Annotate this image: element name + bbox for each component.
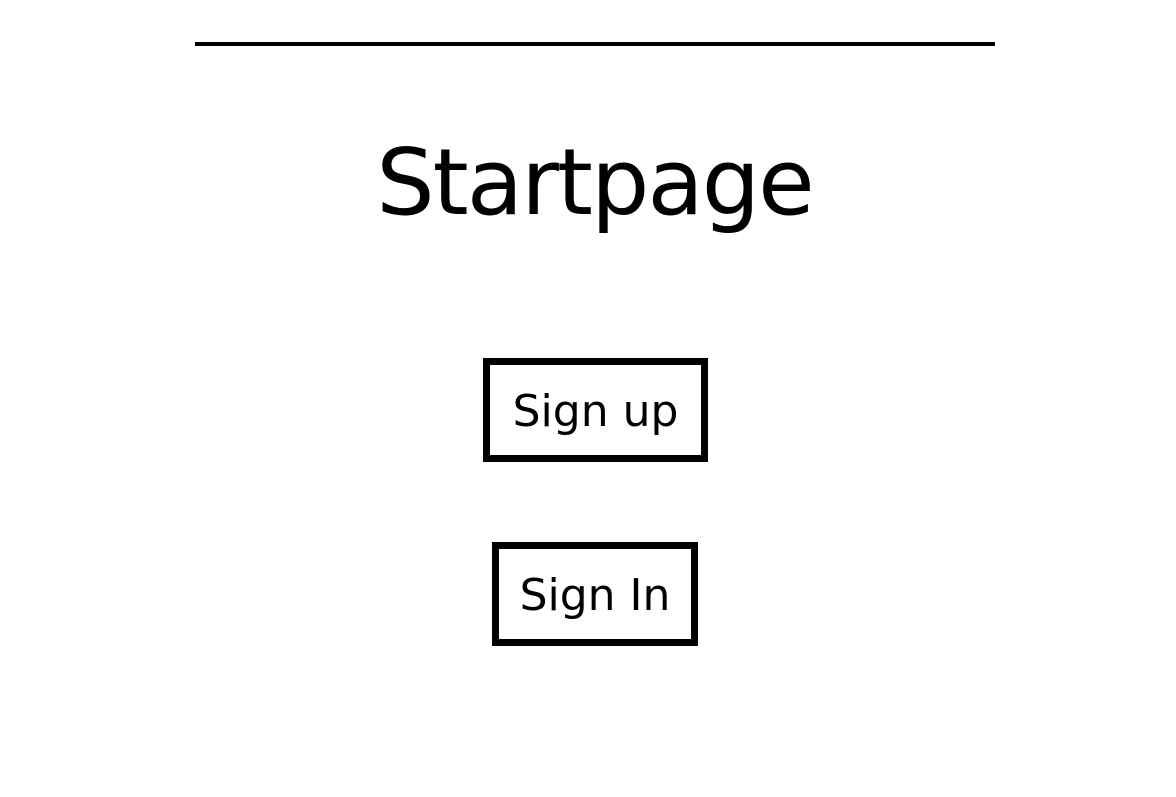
top-divider	[195, 42, 995, 46]
sign-in-button-label: Sign In	[519, 570, 671, 621]
sign-up-button-label: Sign up	[512, 386, 679, 437]
sign-up-button[interactable]: Sign up	[483, 358, 708, 462]
page-title: Startpage	[376, 129, 815, 236]
sign-in-button[interactable]: Sign In	[492, 542, 698, 646]
